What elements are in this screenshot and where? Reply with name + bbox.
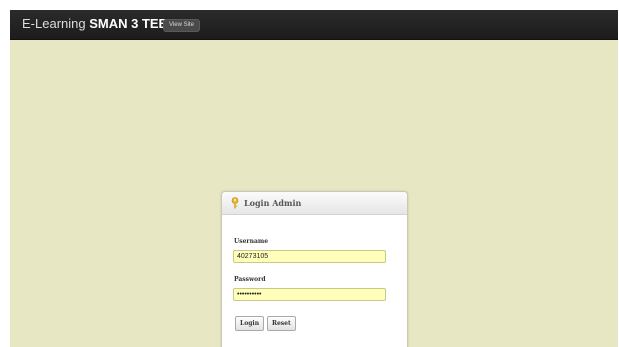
site-brand[interactable]: E-Learning SMAN 3 TEBO: [22, 16, 178, 32]
password-label: Password: [234, 276, 266, 283]
login-panel: Login Admin Username Password Login Rese…: [221, 191, 408, 347]
password-input[interactable]: [233, 288, 386, 301]
login-button[interactable]: Login: [235, 316, 265, 331]
brand-prefix: E-Learning: [22, 16, 90, 31]
page-background: E-Learning SMAN 3 TEBO View Site Login A…: [10, 10, 618, 347]
username-label: Username: [234, 238, 269, 245]
login-panel-header: Login Admin: [222, 192, 407, 215]
login-panel-title: Login Admin: [244, 198, 302, 208]
top-navbar: E-Learning SMAN 3 TEBO View Site: [10, 10, 618, 40]
view-site-button[interactable]: View Site: [163, 19, 200, 32]
reset-button[interactable]: Reset: [267, 316, 296, 331]
username-input[interactable]: [233, 250, 386, 263]
key-icon: [231, 197, 239, 209]
